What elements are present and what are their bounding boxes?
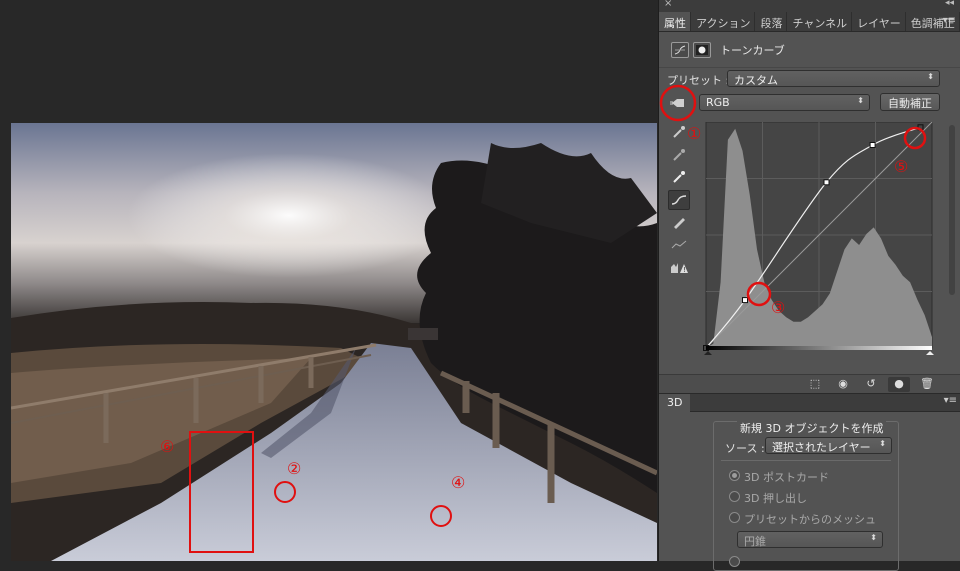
clipping-warning-icon[interactable]: ! — [668, 258, 690, 278]
source-label: ソース : — [725, 442, 765, 455]
divider — [721, 460, 891, 461]
new-3d-title: 新規 3D オブジェクトを作成 — [737, 420, 887, 436]
close-icon[interactable]: × — [664, 0, 672, 9]
clip-to-layer-icon[interactable]: ⬚ — [804, 377, 826, 392]
radio-3d-extrusion[interactable] — [729, 491, 740, 502]
tab-channels[interactable]: チャンネル — [787, 12, 853, 31]
smooth-curve-icon[interactable] — [668, 235, 690, 255]
curve-control-point[interactable] — [917, 124, 924, 131]
curve-control-point[interactable] — [869, 142, 876, 148]
curves-adjustment-icon[interactable] — [671, 41, 689, 58]
dropdown-arrow-icon: ⬍ — [879, 439, 886, 448]
view-previous-state-icon[interactable]: ◉ — [832, 377, 854, 392]
photo-image — [11, 123, 657, 561]
properties-title: トーンカーブ — [720, 43, 785, 57]
reset-icon[interactable]: ↺ — [860, 377, 882, 392]
trash-icon[interactable]: 🗑 — [916, 377, 938, 392]
panel-footer-toolbar: ⬚ ◉ ↺ ● 🗑 — [659, 374, 960, 394]
panel-menu-icon[interactable]: ▾≡ — [943, 15, 956, 26]
mesh-select[interactable]: 円錐 ⬍ — [737, 531, 883, 548]
black-point-slider[interactable] — [704, 351, 712, 355]
radio-3d-postcard[interactable] — [729, 470, 740, 481]
layer-mask-icon[interactable] — [693, 41, 711, 58]
pencil-icon[interactable] — [668, 212, 690, 232]
tab-paragraph[interactable]: 段落 — [755, 12, 788, 31]
dropdown-arrow-icon: ⬍ — [927, 72, 934, 81]
channel-select[interactable]: RGB ⬍ — [699, 94, 870, 111]
curves-graph[interactable] — [700, 122, 942, 362]
preset-select[interactable]: カスタム ⬍ — [727, 70, 940, 87]
collapse-icon[interactable]: ◂◂ — [945, 0, 954, 8]
option-3d-extrusion-label: 3D 押し出し — [744, 492, 807, 505]
black-eyedropper-icon[interactable] — [668, 122, 690, 142]
curve-point-tool-icon[interactable] — [668, 190, 690, 210]
properties-header: トーンカーブ — [659, 32, 960, 68]
panel-tab-bar: 属性 アクション 段落 チャンネル レイヤー 色調補正 ▾≡ — [659, 12, 960, 32]
scrollbar[interactable] — [949, 125, 955, 295]
auto-button[interactable]: 自動補正 — [880, 93, 940, 111]
radio-mesh-from-preset[interactable] — [729, 512, 740, 523]
tab-layers[interactable]: レイヤー — [852, 12, 906, 31]
on-image-adjust-tool-icon[interactable] — [665, 92, 691, 114]
panel-top-strip: × ◂◂ — [659, 0, 960, 12]
preset-label: プリセット : — [667, 74, 730, 87]
tab-actions[interactable]: アクション — [691, 12, 756, 31]
dropdown-arrow-icon: ⬍ — [857, 96, 864, 105]
curve-control-point[interactable] — [742, 297, 748, 304]
white-eyedropper-icon[interactable] — [668, 167, 690, 187]
gray-eyedropper-icon[interactable] — [668, 145, 690, 165]
curve-control-point[interactable] — [823, 179, 830, 186]
panel-menu-icon[interactable]: ▾≡ — [944, 395, 957, 406]
tab-properties[interactable]: 属性 — [659, 12, 691, 31]
option-mesh-preset-label: プリセットからのメッシュ — [744, 513, 876, 526]
option-3d-postcard-label: 3D ポストカード — [744, 471, 829, 484]
document-canvas[interactable]: ⑥ ② ④ — [0, 0, 658, 561]
svg-text:!: ! — [683, 266, 686, 274]
radio-next-option[interactable] — [729, 556, 740, 567]
white-point-slider[interactable] — [926, 351, 934, 355]
visibility-eye-icon[interactable]: ● — [888, 377, 910, 392]
dropdown-arrow-icon: ⬍ — [870, 533, 877, 542]
tab-3d[interactable]: 3D — [659, 394, 691, 412]
3d-panel-tab-bar: 3D ▾≡ — [659, 394, 960, 412]
source-select[interactable]: 選択されたレイヤー ⬍ — [765, 437, 892, 454]
